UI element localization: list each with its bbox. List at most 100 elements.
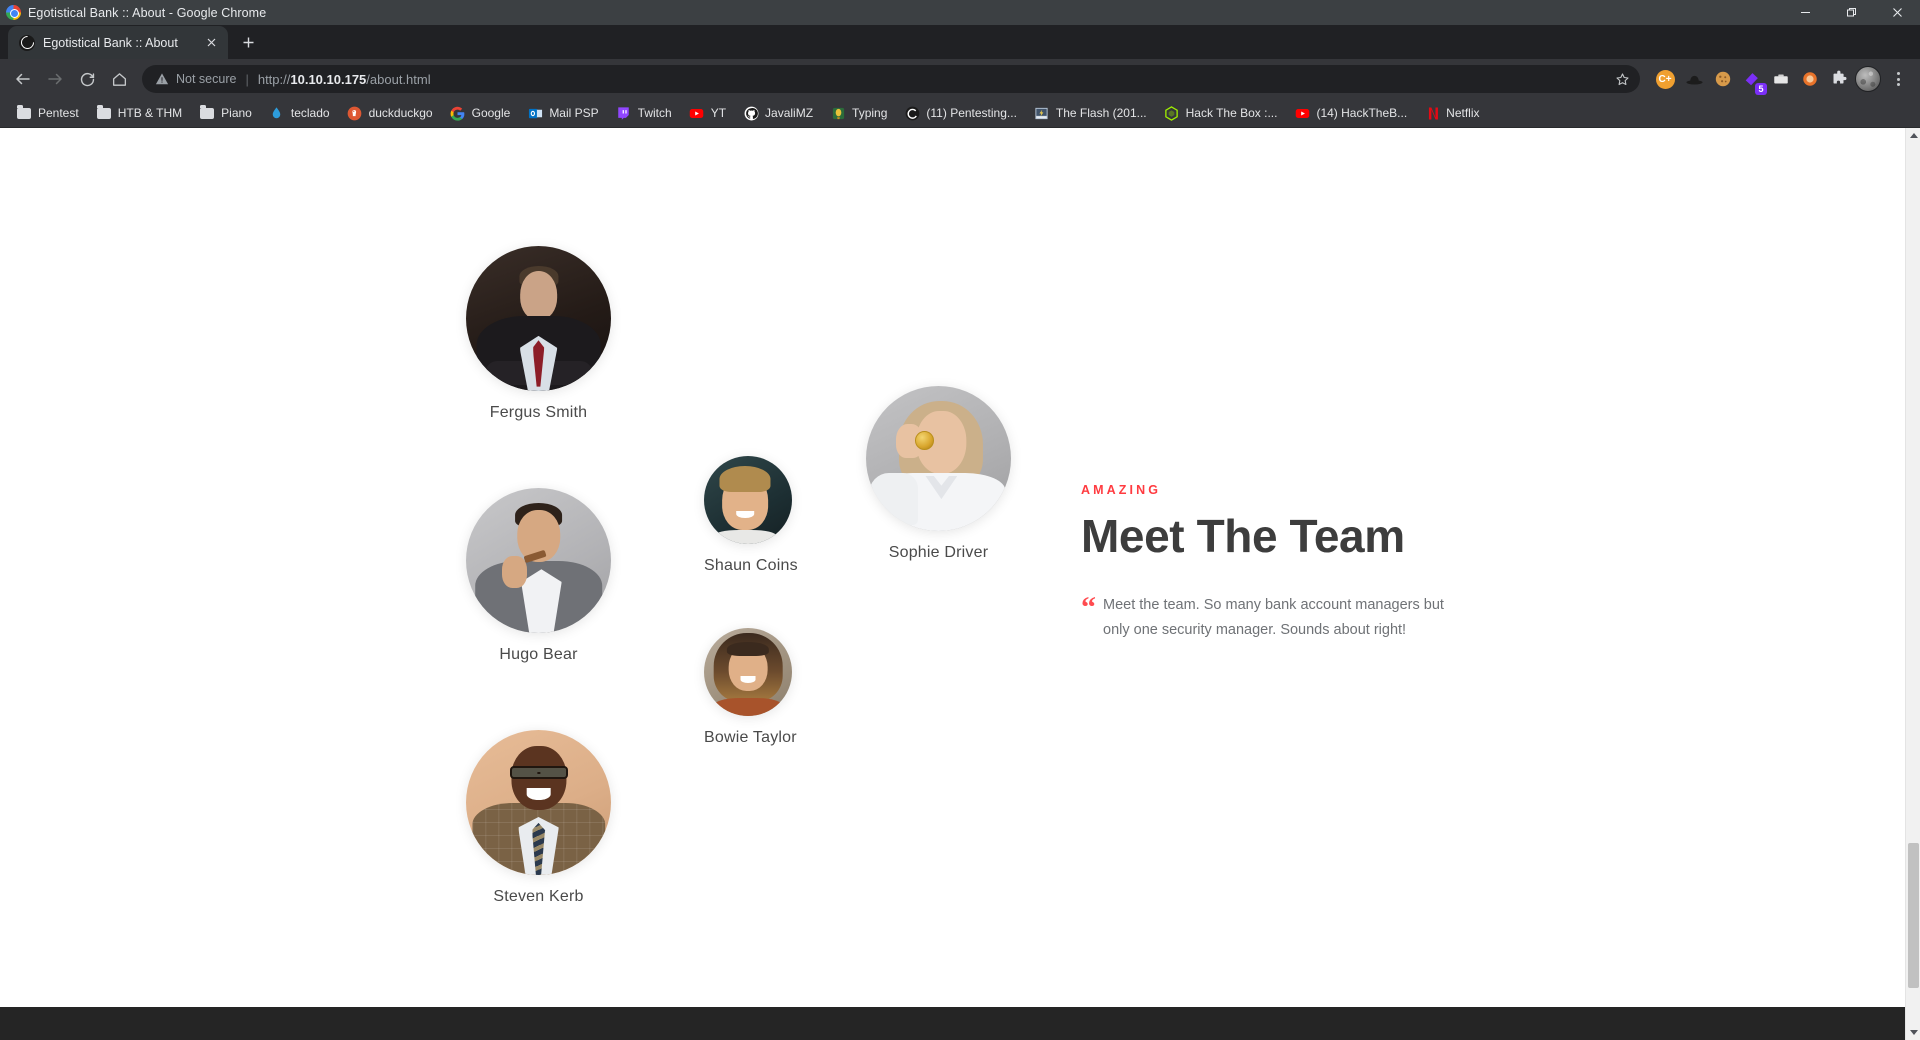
bookmark-label: (14) HackTheB...: [1316, 106, 1408, 120]
bookmark-javalimz[interactable]: JavaliMZ: [735, 101, 821, 125]
bookmark-hackthebox-yt[interactable]: (14) HackTheB...: [1286, 101, 1415, 125]
scroll-up-arrow[interactable]: [1906, 128, 1920, 143]
quote-block: “ Meet the team. So many bank account ma…: [1081, 593, 1501, 643]
briefcase-extension-icon[interactable]: [1768, 66, 1794, 92]
section-eyebrow: AMAZING: [1081, 483, 1162, 497]
member-name: Shaun Coins: [704, 557, 798, 574]
title-bar: Egotistical Bank :: About - Google Chrom…: [0, 0, 1920, 25]
orange-circle-glyph: [1803, 72, 1817, 86]
member-photo[interactable]: [866, 386, 1011, 531]
url-host: 10.10.10.175: [290, 71, 367, 87]
team-member-shaun-coins[interactable]: Shaun Coins: [704, 456, 798, 575]
bookmark-google[interactable]: Google: [442, 101, 519, 125]
bookmark-pentesting[interactable]: (11) Pentesting...: [896, 101, 1025, 125]
puzzle-extensions-menu-icon[interactable]: [1826, 66, 1852, 92]
portrait-shaun-coins: [704, 456, 792, 544]
bookmark-yt[interactable]: YT: [681, 101, 734, 125]
team-member-hugo-bear[interactable]: Hugo Bear: [466, 488, 611, 664]
quote-text: Meet the team. So many bank account mana…: [1103, 597, 1444, 639]
team-member-fergus-smith[interactable]: Fergus Smith: [466, 246, 611, 422]
bookmark-duckduckgo[interactable]: duckduckgo: [339, 101, 441, 125]
bookmark-mail-psp[interactable]: Mail PSP: [519, 101, 606, 125]
bookmark-netflix[interactable]: Netflix: [1416, 101, 1487, 125]
forward-icon[interactable]: [40, 64, 70, 94]
member-photo[interactable]: [704, 628, 792, 716]
chrome-logo-icon: [6, 5, 21, 20]
team-member-steven-kerb[interactable]: Steven Kerb: [466, 730, 611, 906]
scroll-down-arrow[interactable]: [1906, 1025, 1920, 1040]
tab-title: Egotistical Bank :: About: [43, 35, 178, 50]
bookmark-label: YT: [710, 106, 727, 120]
purple-notes-extension-icon[interactable]: 5: [1739, 66, 1767, 95]
drop-icon: [269, 105, 285, 121]
cookie-extension-icon[interactable]: [1710, 66, 1736, 92]
youtube-icon: [1294, 105, 1310, 121]
team-member-bowie-taylor[interactable]: Bowie Taylor: [704, 628, 797, 747]
bookmark-teclado[interactable]: teclado: [261, 101, 338, 125]
reload-icon[interactable]: [72, 64, 102, 94]
bookmark-label: Netflix: [1446, 106, 1480, 120]
omnibox-separator: |: [245, 71, 249, 87]
member-photo[interactable]: [704, 456, 792, 544]
back-icon[interactable]: [8, 64, 38, 94]
bookmark-htb-thm[interactable]: HTB & THM: [88, 101, 190, 125]
url-path: /about.html: [366, 71, 431, 87]
home-icon[interactable]: [104, 64, 134, 94]
security-status[interactable]: Not secure: [155, 72, 236, 86]
briefcase-glyph: [1774, 74, 1788, 84]
close-button[interactable]: [1874, 0, 1920, 25]
bookmark-label: Pentest: [38, 106, 79, 120]
bookmark-piano[interactable]: Piano: [191, 101, 260, 125]
bookmark-label: Twitch: [637, 106, 672, 120]
bookmark-label: Piano: [221, 106, 252, 120]
bookmark-hack-the-box[interactable]: Hack The Box :...: [1156, 101, 1286, 125]
duckduckgo-icon: [347, 105, 363, 121]
folder-icon: [96, 104, 112, 121]
scrollbar-thumb[interactable]: [1908, 843, 1919, 988]
hackthebox-icon: [1164, 105, 1180, 121]
new-tab-button[interactable]: [234, 28, 262, 56]
member-name: Steven Kerb: [493, 888, 584, 905]
page-scrollbar[interactable]: [1905, 128, 1920, 1040]
team-member-sophie-driver[interactable]: Sophie Driver: [866, 386, 1011, 562]
tab-close-icon[interactable]: [202, 34, 220, 52]
about-page: Fergus Smith Shaun Coins Hugo Bear Bowie…: [0, 128, 1905, 1040]
portrait-fergus-smith: [466, 246, 611, 391]
bookmark-label: duckduckgo: [368, 106, 433, 120]
netflix-icon: [1424, 105, 1440, 121]
minimize-button[interactable]: [1782, 0, 1828, 25]
address-bar[interactable]: Not secure | http://10.10.10.175/about.h…: [142, 65, 1640, 93]
browser-toolbar: Not secure | http://10.10.10.175/about.h…: [0, 59, 1920, 99]
portrait-sophie-driver: [866, 386, 1011, 531]
maximize-restore-button[interactable]: [1828, 0, 1874, 25]
bookmarks-bar: Pentest HTB & THM Piano teclado duckduck…: [0, 99, 1920, 128]
quote-mark-icon: “: [1081, 591, 1096, 625]
window-title: Egotistical Bank :: About - Google Chrom…: [28, 5, 267, 20]
member-photo[interactable]: [466, 246, 611, 391]
page-viewport: Fergus Smith Shaun Coins Hugo Bear Bowie…: [0, 128, 1920, 1040]
url-text: http://10.10.10.175/about.html: [258, 72, 431, 87]
c-plus-extension-icon[interactable]: C+: [1652, 66, 1678, 92]
member-name: Sophie Driver: [888, 544, 989, 561]
star-icon[interactable]: [1610, 67, 1634, 91]
url-scheme: http://: [257, 71, 291, 87]
black-hat-extension-icon[interactable]: [1681, 66, 1707, 92]
orange-circle-extension-icon[interactable]: [1797, 66, 1823, 92]
bookmark-pentest[interactable]: Pentest: [8, 101, 87, 125]
member-photo[interactable]: [466, 730, 611, 875]
bookmark-label: Mail PSP: [549, 106, 599, 120]
bookmark-label: Typing: [852, 106, 888, 120]
browser-tab[interactable]: Egotistical Bank :: About: [8, 26, 228, 59]
bookmark-label: HTB & THM: [117, 106, 183, 120]
three-dot-menu-icon[interactable]: [1884, 65, 1912, 93]
bookmark-twitch[interactable]: Twitch: [608, 101, 680, 125]
puzzle-glyph: [1833, 70, 1847, 84]
profile-avatar[interactable]: [1855, 66, 1881, 92]
bookmark-label: The Flash (201...: [1055, 106, 1147, 120]
portrait-steven-kerb: [466, 730, 611, 875]
bookmark-the-flash[interactable]: The Flash (201...: [1026, 101, 1155, 125]
twitch-icon: [616, 105, 632, 121]
member-photo[interactable]: [466, 488, 611, 633]
bookmark-typing[interactable]: Typing: [822, 101, 895, 125]
youtube-icon: [689, 105, 705, 121]
